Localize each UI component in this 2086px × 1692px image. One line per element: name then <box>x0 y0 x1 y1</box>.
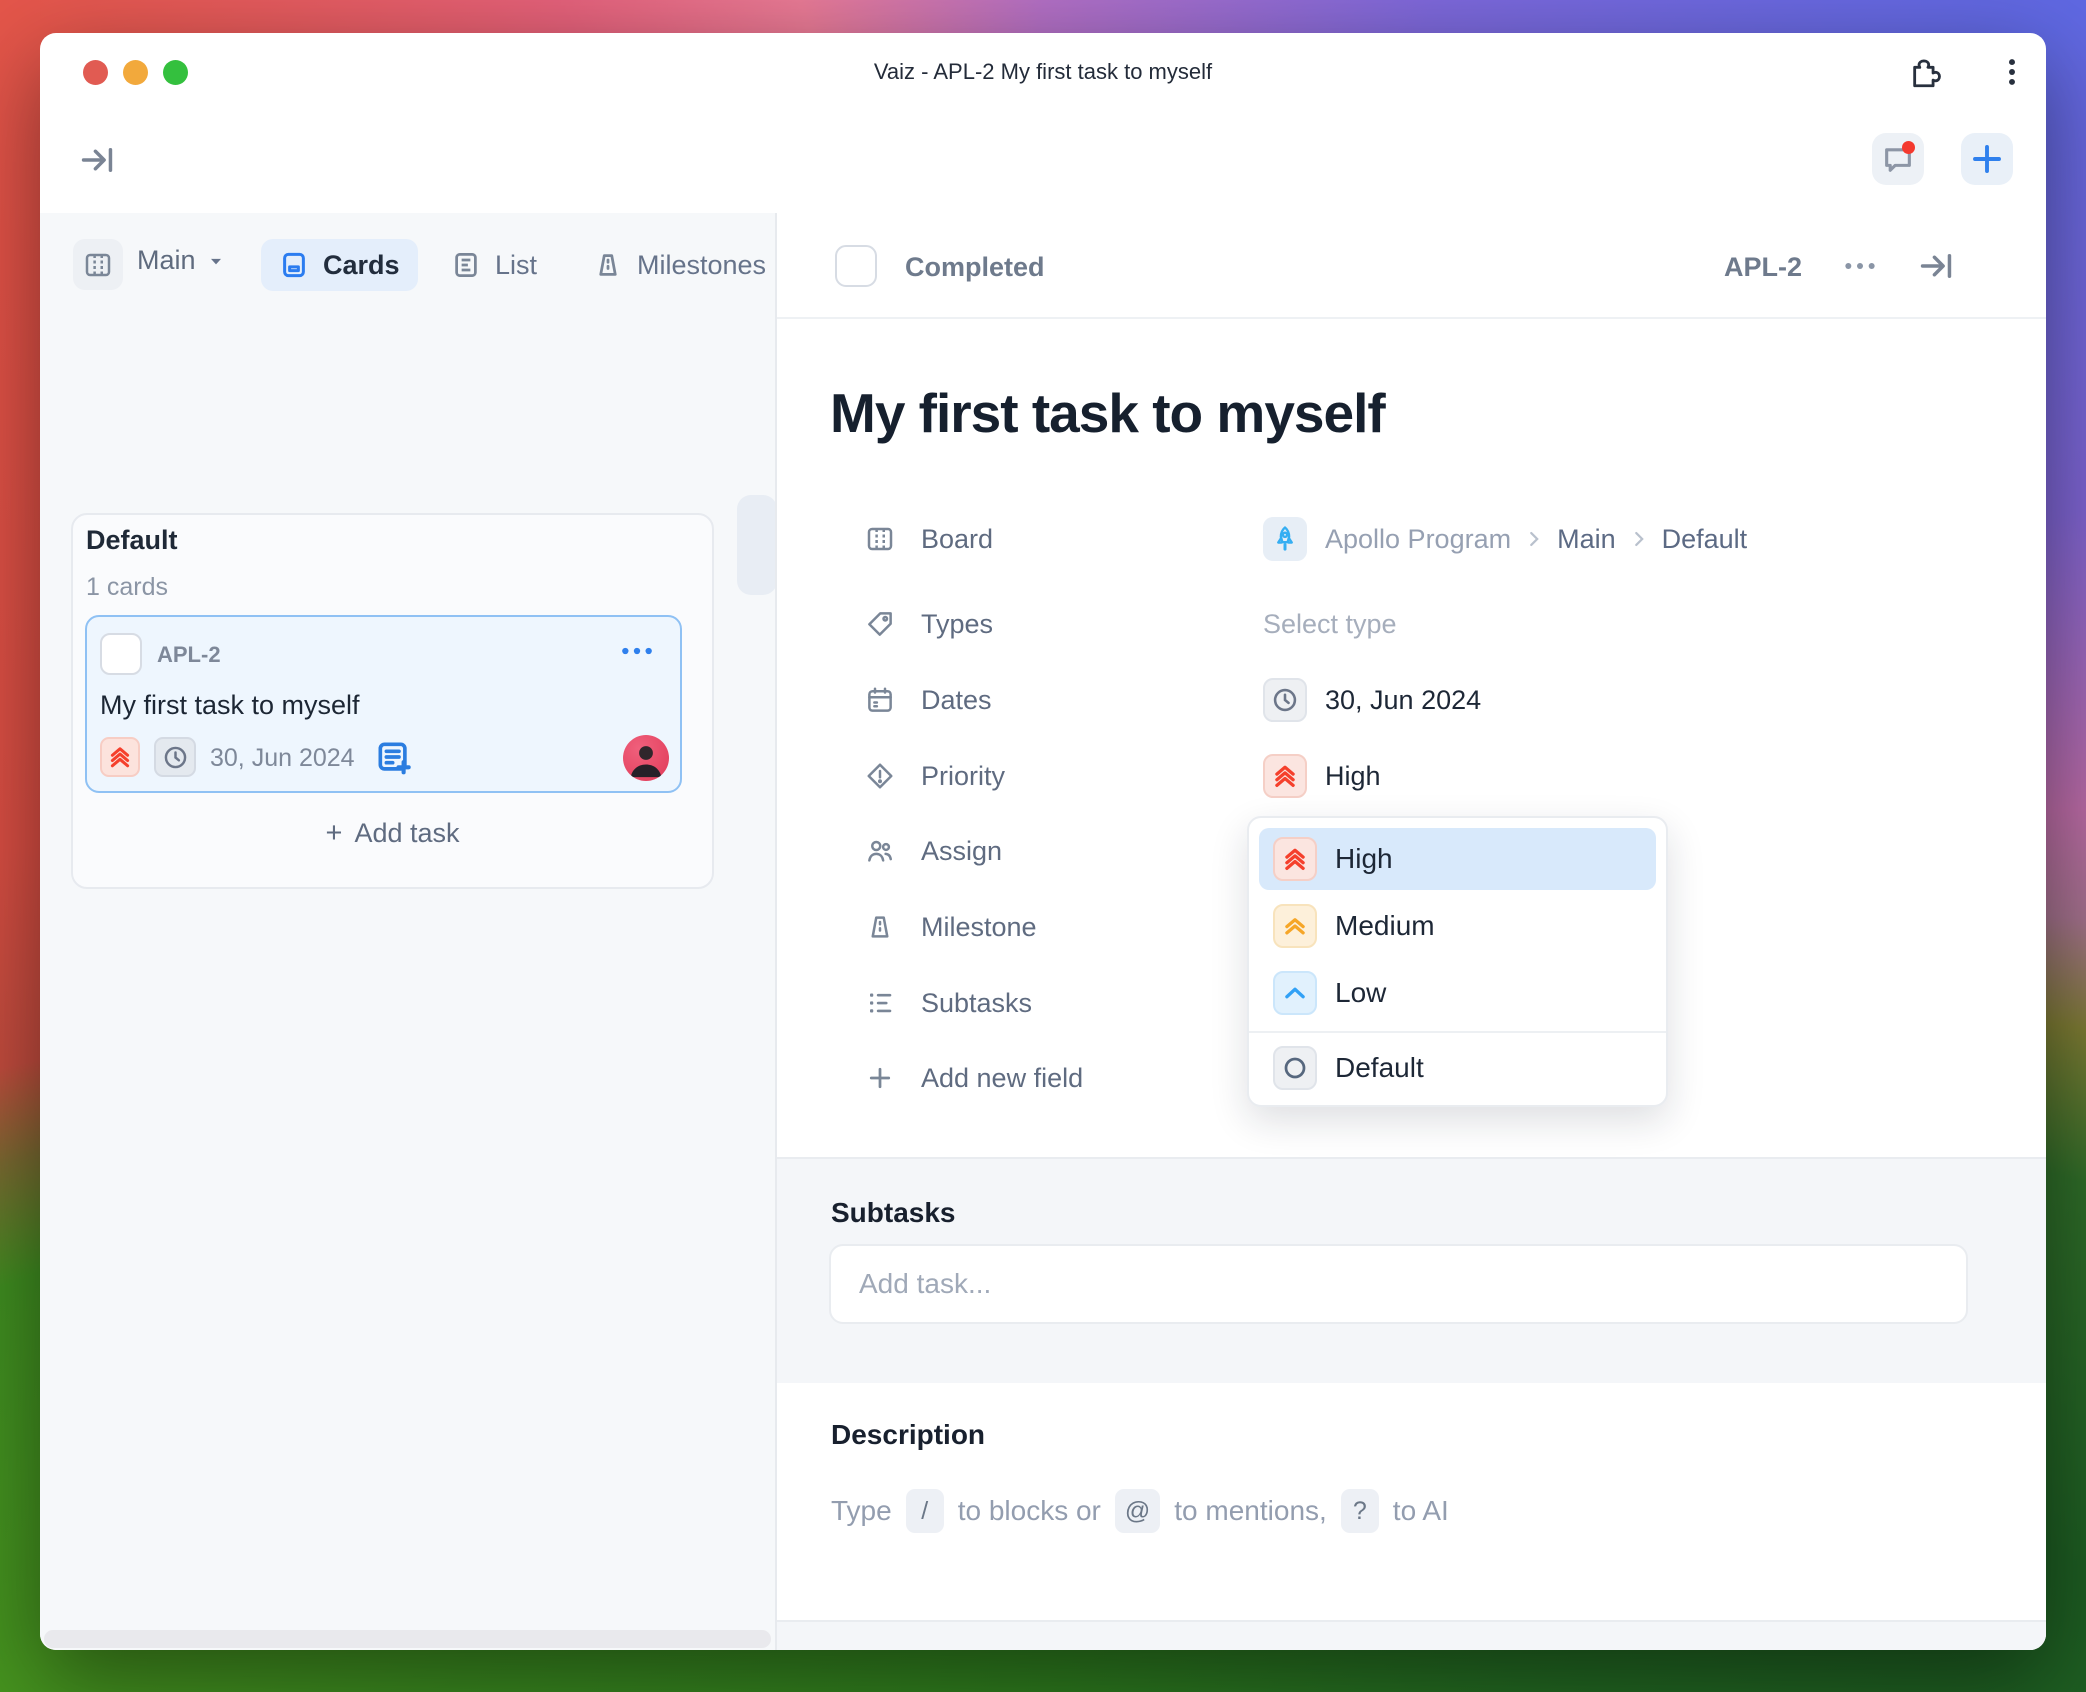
card-due-date: 30, Jun 2024 <box>210 744 355 772</box>
list-icon <box>455 253 477 277</box>
board-icon <box>867 527 893 551</box>
milestones-icon <box>599 254 617 276</box>
at-key: @ <box>1114 1489 1161 1533</box>
panel-footer <box>777 1620 2046 1650</box>
task-header: Completed APL-2 <box>777 213 2046 319</box>
completed-checkbox[interactable] <box>835 245 877 287</box>
assignee-avatar[interactable] <box>623 735 669 781</box>
chevron-low-icon <box>1273 971 1317 1015</box>
priority-value: High <box>1325 760 1381 791</box>
subtask-placeholder: Add task... <box>859 1268 992 1299</box>
chevron-down-icon <box>210 258 221 264</box>
field-types: Types <box>865 602 993 646</box>
subtasks-section: Subtasks Add task... <box>777 1157 2046 1383</box>
completed-label: Completed <box>905 252 1045 282</box>
add-button[interactable] <box>1961 133 2013 185</box>
field-dates: Dates <box>865 678 992 722</box>
card-checkbox[interactable] <box>100 633 142 675</box>
card-key: APL-2 <box>157 642 221 667</box>
add-new-field-button[interactable]: Add new field <box>865 1056 1083 1100</box>
priority-option-medium[interactable]: Medium <box>1259 895 1656 957</box>
dates-value: 30, Jun 2024 <box>1325 684 1482 715</box>
tab-label: List <box>495 249 538 280</box>
cards-icon <box>283 252 305 278</box>
card-title: My first task to myself <box>100 690 360 720</box>
tab-list[interactable]: List <box>433 239 555 291</box>
description-heading: Description <box>831 1419 986 1450</box>
task-key: APL-2 <box>1724 252 1803 282</box>
card-more-icon[interactable] <box>617 631 657 671</box>
close-panel-icon[interactable] <box>1917 247 1955 285</box>
field-board: Board <box>865 517 993 561</box>
chat-button[interactable] <box>1872 133 1924 185</box>
chevrons-high-icon <box>1273 837 1317 881</box>
dropdown-divider <box>1249 1031 1666 1033</box>
priority-option-low[interactable]: Low <box>1259 962 1656 1024</box>
extensions-puzzle-icon[interactable] <box>1909 56 1943 90</box>
plus-icon <box>869 1067 891 1089</box>
slash-key: / <box>905 1489 944 1533</box>
field-priority-value[interactable]: High <box>1263 754 1381 798</box>
chevron-right-icon <box>1530 531 1539 547</box>
plus-icon: + <box>325 817 343 849</box>
horizontal-scrollbar[interactable] <box>44 1630 771 1648</box>
window-title: Vaiz - APL-2 My first task to myself <box>873 59 1213 84</box>
column-title: Default <box>86 525 178 555</box>
board-panel: Main Cards List Milestones Default 1 car… <box>40 213 775 1650</box>
breadcrumb-board: Main <box>1557 523 1616 554</box>
priority-option-high[interactable]: High <box>1259 828 1656 890</box>
tab-label: Milestones <box>637 249 767 280</box>
breadcrumb-program: Apollo Program <box>1325 523 1512 554</box>
milestone-icon <box>871 916 889 938</box>
subtasks-icon <box>870 993 892 1013</box>
tab-cards[interactable]: Cards <box>261 239 418 291</box>
chevrons-medium-icon <box>1273 904 1317 948</box>
calendar-icon <box>868 687 892 712</box>
panel-drag-handle[interactable] <box>737 495 775 595</box>
board-view-button[interactable] <box>73 239 123 290</box>
field-board-value[interactable]: Apollo Program Main Default <box>1263 517 1747 561</box>
question-key: ? <box>1340 1489 1379 1533</box>
column-card-count: 1 cards <box>86 573 168 601</box>
chevrons-high-icon <box>1263 754 1307 798</box>
select-type-placeholder: Select type <box>1263 608 1397 639</box>
notification-dot <box>1902 141 1915 154</box>
task-title: My first task to myself <box>830 382 1386 444</box>
task-more-icon[interactable] <box>1840 246 1880 286</box>
tab-label: Cards <box>323 249 400 280</box>
rocket-icon <box>1263 517 1307 561</box>
app-window: Vaiz - APL-2 My first task to myself Mai… <box>40 33 2046 1650</box>
task-card[interactable]: APL-2 My first task to myself 30, Jun 20… <box>85 615 682 793</box>
description-section: Description Type / to blocks or @ to men… <box>777 1383 2046 1620</box>
field-types-value[interactable]: Select type <box>1263 602 1397 646</box>
field-assign[interactable]: Assign <box>865 829 1002 873</box>
subtasks-heading: Subtasks <box>831 1197 956 1228</box>
collapse-sidebar-icon[interactable] <box>78 141 116 179</box>
card-priority-high-icon <box>100 737 140 777</box>
tab-milestones[interactable]: Milestones <box>575 239 775 291</box>
field-priority: Priority <box>865 754 1005 798</box>
subtask-input[interactable]: Add task... <box>829 1244 1968 1324</box>
field-subtasks[interactable]: Subtasks <box>865 981 1032 1025</box>
field-milestone[interactable]: Milestone <box>865 905 1037 949</box>
breadcrumb-group: Default <box>1661 523 1748 554</box>
priority-option-default[interactable]: Default <box>1259 1037 1656 1099</box>
assign-people-icon <box>868 840 892 862</box>
tag-icon <box>868 612 892 636</box>
priority-diamond-icon <box>867 763 893 789</box>
chevron-right-icon <box>1634 531 1644 547</box>
circle-default-icon <box>1273 1046 1317 1090</box>
card-due-clock-icon <box>154 737 196 777</box>
description-editor[interactable]: Type / to blocks or @ to mentions, ? to … <box>831 1489 1449 1533</box>
priority-dropdown: High Medium Low Default <box>1247 816 1668 1107</box>
field-dates-value[interactable]: 30, Jun 2024 <box>1263 678 1481 722</box>
view-switcher-main[interactable]: Main <box>137 245 226 276</box>
kebab-menu-icon[interactable] <box>1995 55 2029 89</box>
view-name: Main <box>137 245 196 275</box>
card-description-add-icon[interactable] <box>374 738 412 776</box>
clock-icon <box>1263 678 1307 722</box>
add-task-button[interactable]: + Add task <box>71 817 714 850</box>
